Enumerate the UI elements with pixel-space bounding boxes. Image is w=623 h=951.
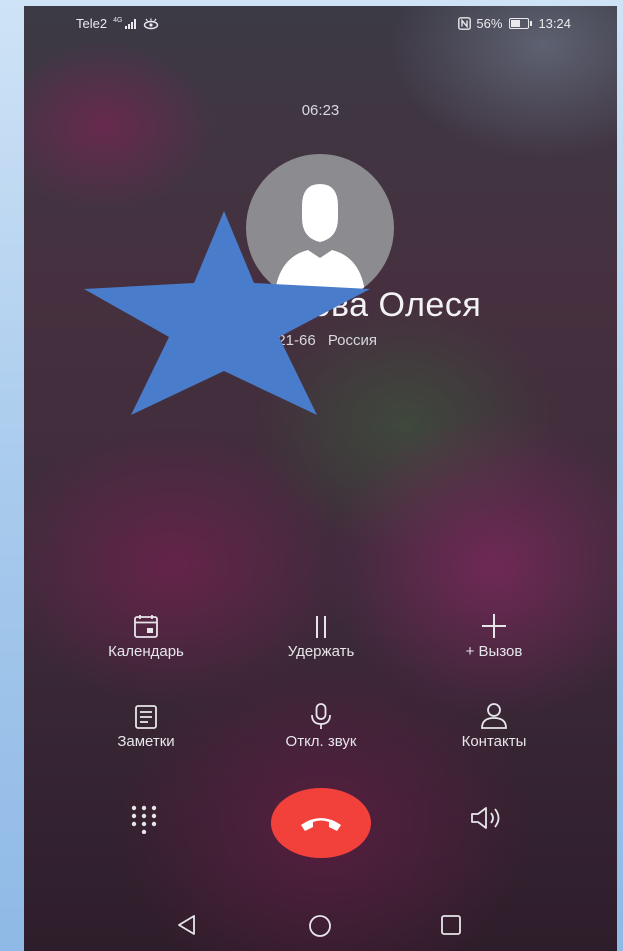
status-left: Tele2 4G: [76, 16, 159, 31]
battery-icon: [509, 18, 533, 29]
home-icon: [309, 915, 331, 937]
contacts-label: Контакты: [461, 733, 527, 750]
call-dock: [24, 776, 617, 866]
dialpad-icon: [131, 805, 157, 835]
mute-button[interactable]: Откл. звук: [241, 690, 401, 750]
notes-label: Заметки: [117, 733, 175, 750]
calendar-icon: [134, 615, 158, 638]
add-call-label: + Вызов: [465, 643, 523, 660]
nfc-icon: [458, 17, 472, 30]
status-bar: Tele2 4G 56% 13:24: [24, 6, 617, 40]
plus-icon: [482, 614, 506, 638]
mute-label: Откл. звук: [285, 733, 357, 750]
hold-button[interactable]: Удержать: [241, 600, 401, 660]
dialpad-button[interactable]: [130, 804, 158, 839]
network-type: 4G: [113, 17, 123, 24]
star-overlay: [84, 211, 370, 415]
recents-icon: [441, 915, 461, 935]
hold-label: Удержать: [287, 643, 355, 660]
signal-icon: [125, 18, 137, 29]
notes-icon: [135, 705, 157, 729]
contacts-button[interactable]: Контакты: [414, 690, 574, 750]
recents-button[interactable]: [440, 914, 462, 941]
hang-up-icon: [301, 818, 341, 831]
navigation-bar: [24, 901, 617, 951]
speaker-icon: [471, 807, 500, 829]
status-right: 56% 13:24: [458, 16, 571, 31]
phone-screen: Tele2 4G 56% 13:24 06:23 ова Олеся 0-21-…: [24, 6, 617, 951]
carrier-name: Tele2: [76, 16, 108, 31]
call-duration: 06:23: [301, 102, 340, 119]
pause-icon: [316, 616, 326, 638]
notes-button[interactable]: Заметки: [66, 690, 226, 750]
eye-icon: [144, 18, 159, 29]
back-button[interactable]: [176, 914, 198, 941]
calendar-button[interactable]: Календарь: [66, 600, 226, 660]
battery-percent: 56%: [476, 16, 503, 31]
microphone-icon: [311, 703, 331, 729]
add-call-button[interactable]: + Вызов: [414, 600, 574, 660]
clock: 13:24: [538, 16, 571, 31]
contacts-icon: [481, 703, 507, 729]
home-button[interactable]: [308, 914, 332, 943]
calendar-label: Календарь: [108, 643, 184, 660]
back-icon: [178, 915, 195, 935]
speaker-button[interactable]: [470, 804, 506, 837]
end-call-button[interactable]: [271, 788, 371, 858]
